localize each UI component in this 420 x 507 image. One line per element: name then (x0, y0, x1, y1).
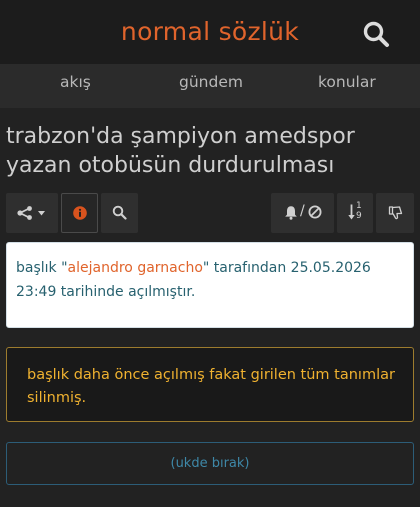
info-prefix: başlık " (16, 260, 68, 276)
sort-button[interactable]: 1 9 (337, 193, 373, 233)
sort-digit-bottom: 9 (356, 211, 362, 221)
dislike-button[interactable] (376, 193, 414, 233)
search-icon (112, 205, 127, 220)
author-link[interactable]: alejandro garnacho (68, 260, 203, 276)
sort-digit-top: 1 (356, 201, 362, 211)
nav-item-gundem[interactable]: gündem (179, 73, 243, 91)
ban-icon (308, 205, 322, 219)
nav-item-konular[interactable]: konular (318, 73, 376, 91)
info-circle-icon (73, 206, 87, 220)
search-icon (363, 21, 389, 47)
search-in-topic-button[interactable] (101, 193, 138, 233)
topic-title[interactable]: trabzon'da şampiyon amedspor yazan otobü… (6, 122, 416, 180)
caret-down-icon (38, 211, 45, 216)
follow-separator: / (300, 203, 305, 219)
info-button[interactable] (61, 193, 98, 233)
share-icon (17, 206, 32, 220)
main-nav: akış gündem konular (0, 64, 420, 108)
topic-info-box: başlık "alejandro garnacho" tarafından 2… (6, 242, 414, 328)
follow-button[interactable]: / (271, 193, 334, 233)
thumbs-down-icon (388, 206, 403, 220)
bell-icon (285, 206, 297, 220)
topic-info-text: başlık "alejandro garnacho" tarafından 2… (16, 256, 408, 304)
deleted-warning-box: başlık daha önce açılmış fakat girilen t… (6, 347, 414, 422)
ukde-button[interactable]: (ukde bırak) (6, 442, 414, 485)
site-logo[interactable]: normal sözlük (0, 17, 420, 46)
deleted-warning-text: başlık daha önce açılmış fakat girilen t… (27, 367, 395, 406)
header-search-button[interactable] (362, 20, 390, 48)
nav-item-akis[interactable]: akış (60, 73, 91, 91)
top-bar: normal sözlük (0, 0, 420, 64)
sort-numeric-icon (348, 204, 355, 220)
share-button[interactable] (6, 193, 58, 233)
